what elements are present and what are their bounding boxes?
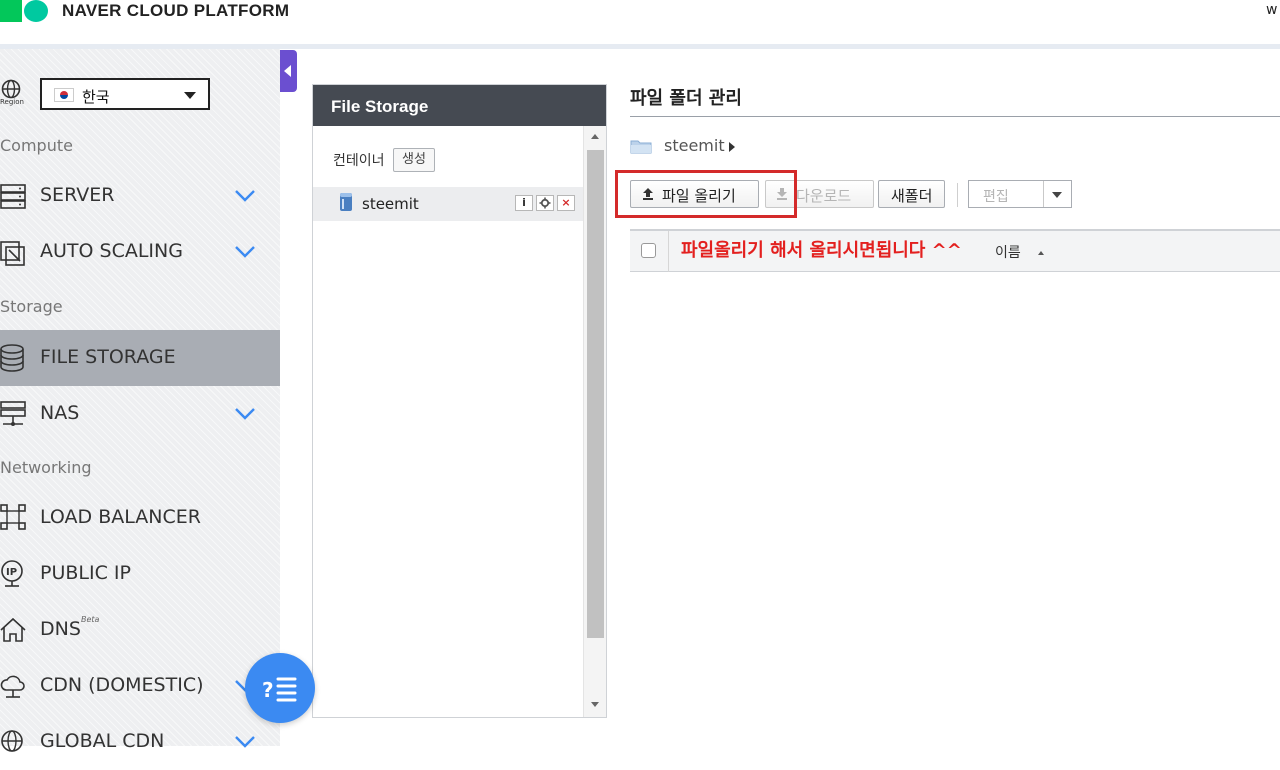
- toolbar-separator: [957, 183, 958, 207]
- sidebar-item-label: FILE STORAGE: [40, 346, 176, 368]
- sidebar-item-nas[interactable]: NAS: [0, 386, 280, 442]
- select-all-cell: [630, 231, 669, 272]
- gear-icon[interactable]: [536, 195, 554, 211]
- panel-title: File Storage: [313, 85, 606, 126]
- sidebar-item-label: PUBLIC IP: [40, 562, 131, 584]
- brand-title[interactable]: NAVER CLOUD PLATFORM: [62, 1, 289, 21]
- sidebar-item-server[interactable]: SERVER: [0, 168, 280, 224]
- naver-logo-icon[interactable]: [0, 0, 50, 22]
- chevron-down-icon: [1052, 192, 1062, 198]
- chevron-down-icon: [184, 92, 196, 99]
- region-label: Region: [0, 98, 24, 106]
- sidebar-item-label: CDN (DOMESTIC): [40, 674, 204, 696]
- server-icon: [0, 182, 28, 210]
- user-menu[interactable]: w: [1266, 2, 1277, 18]
- delete-icon[interactable]: ×: [557, 195, 575, 211]
- chevron-right-icon[interactable]: [729, 142, 735, 152]
- home-icon: [0, 616, 28, 644]
- sidebar-item-label: LOAD BALANCER: [40, 506, 201, 528]
- sidebar-collapse-toggle[interactable]: [280, 50, 297, 92]
- chevron-left-icon: [284, 65, 291, 77]
- scroll-up-icon[interactable]: [591, 134, 599, 139]
- load-balancer-icon: [0, 504, 28, 532]
- beta-badge: Beta: [81, 615, 100, 624]
- globe-icon: [0, 728, 28, 756]
- svg-text:?: ?: [262, 678, 274, 702]
- create-container-button[interactable]: 생성: [393, 148, 435, 172]
- edit-select-label: 편집: [983, 189, 1009, 205]
- sidebar: Region 한국 Compute SERVER AUTO SCALING St…: [0, 49, 280, 752]
- chevron-down-icon[interactable]: [234, 406, 256, 420]
- container-item-steemit[interactable]: steemit i ×: [313, 187, 583, 221]
- info-icon[interactable]: i: [515, 195, 533, 211]
- help-list-icon: ?: [262, 677, 297, 702]
- download-button-label: 다운로드: [796, 187, 852, 205]
- container-label: 컨테이너: [333, 153, 385, 169]
- region-globe-icon: Region: [0, 79, 28, 109]
- upload-highlight-annotation: [615, 170, 797, 218]
- auto-scaling-icon: [0, 238, 28, 266]
- region-select[interactable]: 한국: [40, 78, 210, 110]
- region-value: 한국: [82, 88, 110, 106]
- tree-scrollbar[interactable]: [583, 126, 606, 717]
- scroll-down-icon[interactable]: [591, 702, 599, 707]
- sidebar-item-label: GLOBAL CDN: [40, 730, 165, 752]
- scroll-thumb[interactable]: [587, 150, 604, 638]
- edit-select[interactable]: 편집: [968, 180, 1072, 208]
- chevron-down-icon[interactable]: [234, 188, 256, 202]
- svg-text:IP: IP: [6, 567, 17, 578]
- bucket-icon: [339, 192, 353, 212]
- sidebar-item-cdn-domestic[interactable]: CDN (DOMESTIC): [0, 658, 280, 714]
- breadcrumb[interactable]: steemit: [664, 136, 725, 155]
- chevron-down-icon[interactable]: [234, 244, 256, 258]
- container-name: steemit: [362, 195, 419, 213]
- section-networking: Networking: [0, 458, 92, 477]
- nas-icon: [0, 400, 28, 428]
- sidebar-item-label: SERVER: [40, 184, 115, 206]
- new-folder-button[interactable]: 새폴더: [878, 180, 945, 208]
- korea-flag-icon: [54, 88, 74, 102]
- page-title: 파일 폴더 관리: [630, 88, 742, 109]
- top-bar: NAVER CLOUD PLATFORM w: [0, 0, 1280, 44]
- sidebar-item-file-storage[interactable]: FILE STORAGE: [0, 330, 280, 386]
- sidebar-item-label: AUTO SCALING: [40, 240, 183, 262]
- select-all-checkbox[interactable]: [641, 243, 656, 258]
- cloud-icon: [0, 672, 28, 700]
- sidebar-item-label: NAS: [40, 402, 80, 424]
- database-icon: [0, 344, 28, 372]
- container-tree: 컨테이너 생성 steemit i ×: [313, 126, 583, 717]
- new-folder-button-label: 새폴더: [891, 187, 933, 205]
- sidebar-item-global-cdn[interactable]: GLOBAL CDN: [0, 714, 280, 770]
- column-name[interactable]: 이름: [995, 242, 1021, 262]
- sidebar-item-public-ip[interactable]: IP PUBLIC IP: [0, 546, 280, 602]
- help-menu-button[interactable]: ?: [245, 653, 315, 723]
- public-ip-icon: IP: [0, 560, 28, 588]
- section-compute: Compute: [0, 136, 73, 155]
- title-divider: [630, 116, 1280, 117]
- sidebar-item-load-balancer[interactable]: LOAD BALANCER: [0, 490, 280, 546]
- folder-icon: [630, 139, 652, 154]
- sidebar-item-label: DNS: [40, 618, 81, 640]
- instruction-annotation: 파일올리기 해서 올리시면됩니다 ^^: [681, 240, 962, 261]
- sidebar-item-auto-scaling[interactable]: AUTO SCALING: [0, 224, 280, 280]
- sidebar-item-dns[interactable]: DNS Beta: [0, 602, 280, 658]
- section-storage: Storage: [0, 297, 63, 316]
- file-storage-panel: File Storage 컨테이너 생성 steemit i ×: [312, 84, 607, 718]
- sort-ascending-icon[interactable]: [1038, 251, 1044, 255]
